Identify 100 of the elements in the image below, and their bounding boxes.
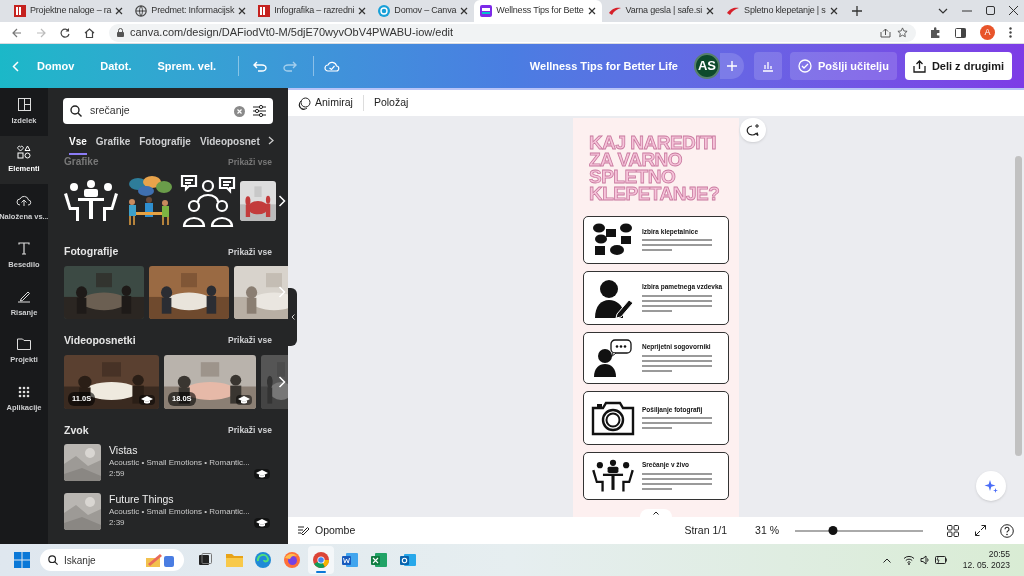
browser-icon[interactable]	[313, 552, 329, 568]
circle-logo-icon	[378, 5, 391, 17]
plus-icon	[726, 61, 737, 71]
notes-icon	[298, 525, 310, 536]
position-button[interactable]: Položaj	[363, 95, 409, 111]
section-title: Zvok	[64, 422, 89, 438]
fullscreen-icon[interactable]	[975, 525, 986, 536]
maximize-icon[interactable]	[986, 6, 995, 15]
sparkle-icon	[984, 479, 998, 493]
new-tab-icon[interactable]	[851, 6, 862, 16]
sidebar-icon[interactable]	[955, 27, 966, 38]
speaker-icon[interactable]	[919, 555, 930, 565]
meeting-icon[interactable]	[64, 179, 118, 223]
track-title: Vistas	[109, 444, 139, 458]
clock-time[interactable]: 20:55	[988, 549, 1010, 560]
show-all-link[interactable]: Prikaži vse	[228, 334, 272, 347]
show-all-link[interactable]: Prikaži vse	[228, 424, 272, 437]
text-lines-drawing	[642, 416, 714, 432]
check-circle-icon	[797, 59, 812, 73]
document-app-icon[interactable]	[342, 552, 358, 568]
reload-icon[interactable]	[60, 27, 70, 38]
share-icon[interactable]	[880, 27, 891, 38]
clock-date[interactable]: 12. 05. 2023	[962, 560, 1010, 571]
graduation-cap-icon	[238, 395, 250, 404]
cloud-check-icon[interactable]	[324, 60, 341, 72]
browser-tab[interactable]: Wellness Tips for Bette	[474, 0, 602, 22]
chevron-down-icon[interactable]	[938, 8, 948, 14]
battery-icon[interactable]	[934, 556, 947, 564]
close-icon[interactable]	[358, 7, 367, 15]
task-view-icon[interactable]	[198, 553, 212, 567]
close-icon[interactable]	[460, 7, 469, 15]
wifi-icon[interactable]	[902, 555, 915, 565]
audio-track[interactable]: Vistas Acoustic • Small Emotions • Romantic... 2:59	[48, 444, 288, 482]
apps-grid-icon	[18, 386, 30, 399]
search-input[interactable]: srečanje	[90, 103, 226, 119]
zoom-slider[interactable]	[795, 529, 923, 532]
taskbar-search-field[interactable]: Iskanje	[40, 549, 184, 571]
track-meta: Acoustic • Small Emotions • Romantic...	[109, 506, 250, 518]
profile-avatar[interactable]: A	[980, 25, 995, 40]
undo-icon[interactable]	[253, 60, 268, 72]
browser-icon[interactable]	[255, 552, 271, 568]
help-icon[interactable]	[1000, 523, 1014, 538]
zoom-value[interactable]: 31 %	[755, 522, 779, 539]
person-speech-icon	[593, 339, 633, 377]
slider-thumb[interactable]	[828, 525, 838, 535]
filter-tab[interactable]: Videoposnet	[199, 134, 260, 155]
close-icon[interactable]	[706, 7, 715, 15]
filter-tab[interactable]: Fotografije	[139, 134, 191, 155]
add-user-button[interactable]	[719, 53, 744, 79]
cloud-upload-icon	[16, 193, 32, 207]
search-bar[interactable]: srečanje	[63, 98, 273, 124]
globe-icon	[135, 5, 148, 17]
upload-icon	[912, 59, 926, 73]
filter-tab[interactable]: Vse	[69, 134, 87, 155]
send-button[interactable]: Pošlji učitelju	[789, 52, 897, 80]
mail-app-icon[interactable]	[400, 552, 416, 568]
comment-button[interactable]	[740, 118, 766, 142]
windows-start-icon[interactable]	[14, 552, 30, 568]
text-lines-drawing	[642, 471, 714, 492]
swoosh-icon	[726, 6, 741, 16]
design-title[interactable]: Wellness Tips for Better Life	[529, 57, 678, 75]
chevron-up-icon[interactable]	[882, 557, 891, 563]
slides-icon	[258, 5, 271, 17]
scrollbar[interactable]	[1015, 156, 1022, 456]
bar-chart-icon	[761, 60, 774, 72]
animate-button[interactable]: Animiraj	[298, 95, 364, 111]
insights-button[interactable]	[753, 52, 782, 80]
graduation-cap-icon	[141, 395, 153, 404]
close-icon[interactable]	[115, 7, 124, 15]
browser-icon[interactable]	[284, 552, 300, 568]
more-icon[interactable]	[1009, 27, 1012, 38]
section-title: Fotografije	[64, 244, 119, 259]
magic-button[interactable]	[976, 471, 1006, 501]
notes-button[interactable]: Opombe	[298, 522, 356, 539]
filter-tab[interactable]: Grafike	[95, 134, 131, 155]
audio-track[interactable]: Future Things Acoustic • Small Emotions • Romantic... 2:39	[48, 493, 288, 531]
close-icon[interactable]	[238, 7, 247, 15]
share-button[interactable]: Deli z drugimi	[904, 52, 1012, 80]
spreadsheet-app-icon[interactable]	[371, 552, 387, 568]
home-icon[interactable]	[84, 27, 95, 38]
chat-group-icon[interactable]	[180, 174, 236, 228]
filter-icon[interactable]	[253, 105, 266, 117]
close-icon[interactable]	[1009, 6, 1018, 15]
meeting-icon	[592, 459, 634, 493]
collapse-handle[interactable]	[288, 288, 297, 346]
clear-icon[interactable]	[234, 105, 245, 117]
close-icon[interactable]	[829, 7, 838, 15]
back-icon[interactable]	[12, 27, 22, 38]
address-bar[interactable]: canva.com/design/DAFiodVt0-M/5djE70wyvObV4PWABU-iow/edit	[109, 23, 916, 42]
star-icon[interactable]	[897, 27, 908, 38]
slides-icon	[14, 5, 26, 17]
user-avatar[interactable]: AS	[693, 53, 720, 79]
chevron-right-icon[interactable]	[268, 136, 274, 145]
search-icon	[48, 555, 58, 565]
extensions-icon[interactable]	[930, 27, 941, 38]
page-toggle-button[interactable]	[640, 509, 672, 517]
show-all-link[interactable]: Prikaži vse	[228, 245, 272, 259]
grid-view-icon[interactable]	[947, 524, 959, 537]
chevron-left-icon	[290, 314, 295, 320]
close-icon[interactable]	[587, 7, 596, 15]
